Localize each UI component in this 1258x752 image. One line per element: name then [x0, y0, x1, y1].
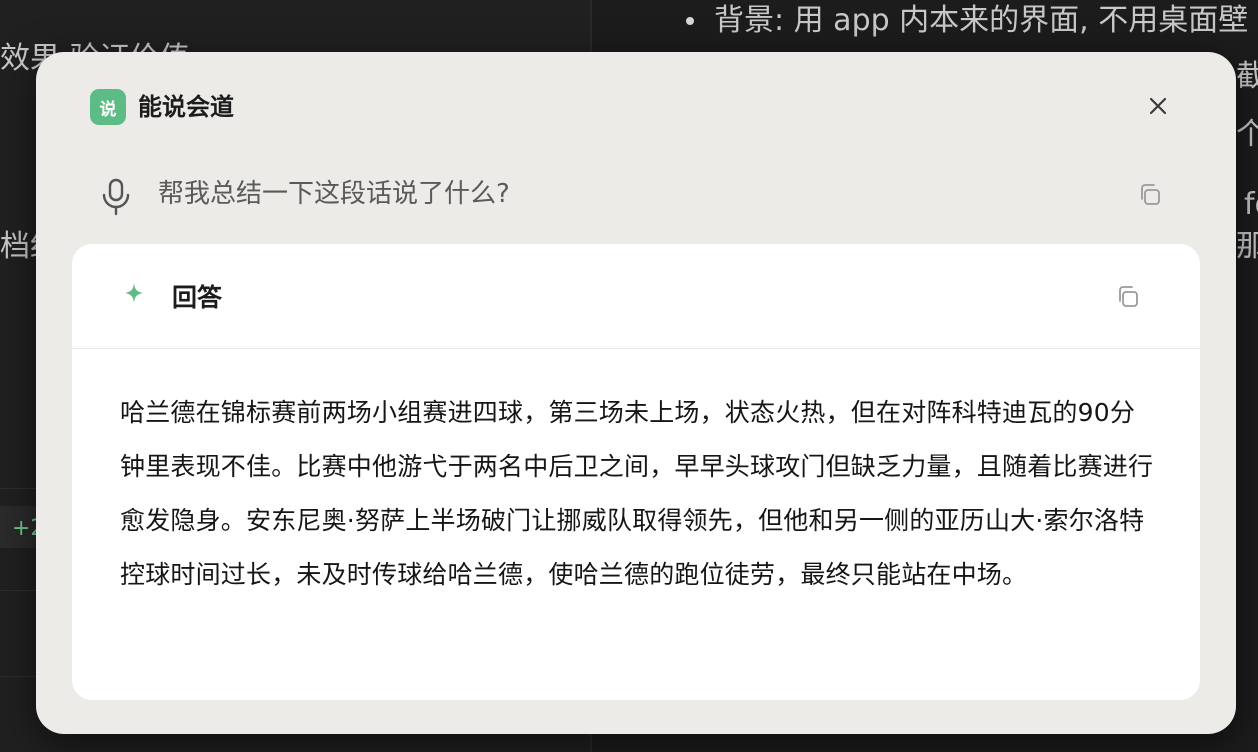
sparkle-icon: [125, 283, 143, 303]
bullet-dot: [686, 17, 694, 25]
background-text: 那: [1236, 229, 1258, 264]
close-icon: [1149, 97, 1167, 115]
copy-icon: [1119, 286, 1138, 307]
background-bullet-text: 背景: 用 app 内本来的界面, 不用桌面壁: [714, 3, 1249, 38]
answer-card-header: 回答: [72, 244, 1200, 349]
background-text: fo: [1244, 187, 1258, 222]
copy-answer-button[interactable]: [1114, 282, 1144, 312]
answer-text: 哈兰德在锦标赛前两场小组赛进四球，第三场未上场，状态火热，但在对阵科特迪瓦的90…: [120, 398, 1154, 589]
background-text: 个: [1236, 117, 1258, 152]
query-row: 帮我总结一下这段话说了什么?: [96, 172, 1176, 218]
app-title: 能说会道: [138, 93, 234, 121]
close-button[interactable]: [1144, 92, 1172, 120]
app-logo: 说: [90, 89, 126, 125]
copy-query-button[interactable]: [1136, 180, 1166, 210]
answer-label: 回答: [172, 283, 223, 312]
background-chip[interactable]: +2: [0, 506, 44, 548]
assistant-dialog: 说 能说会道 帮我总结一下这段话说了什么? 回答 哈兰德在锦标赛前两场小组赛进四…: [36, 52, 1236, 734]
answer-card: 回答 哈兰德在锦标赛前两场小组赛进四球，第三场未上场，状态火热，但在对阵科特迪瓦…: [72, 244, 1200, 700]
copy-icon: [1141, 184, 1160, 205]
mic-icon: [102, 178, 130, 216]
query-text: 帮我总结一下这段话说了什么?: [158, 179, 510, 209]
background-text: 截: [1236, 59, 1258, 94]
